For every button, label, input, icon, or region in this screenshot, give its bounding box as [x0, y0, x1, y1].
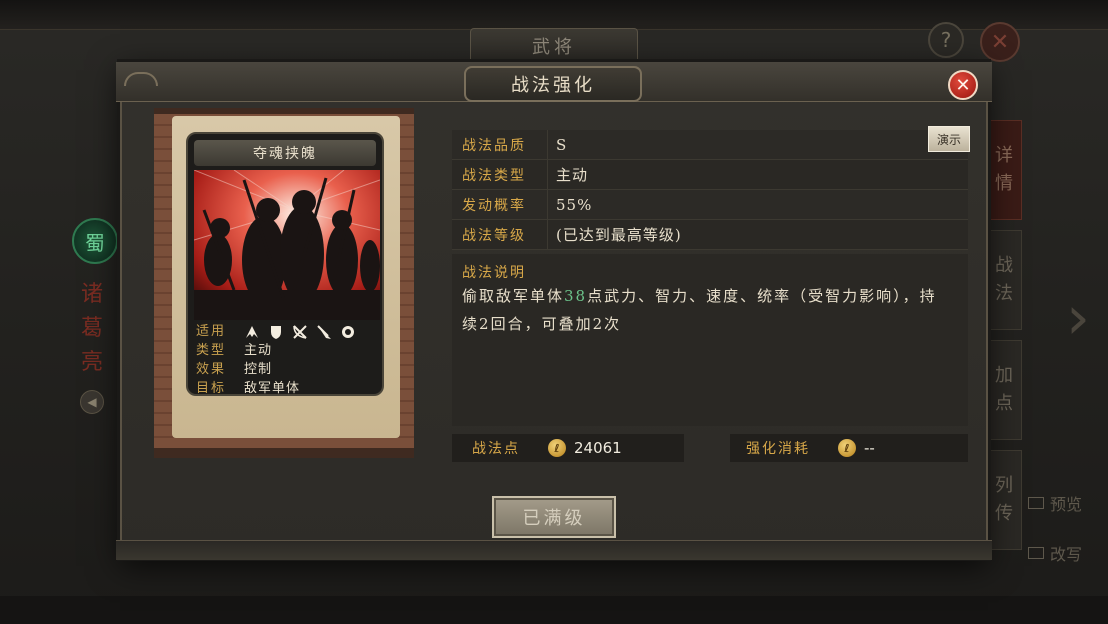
- info-row-level: 战法等级 (已达到最高等级): [452, 220, 968, 250]
- coin-icon: ℓ: [548, 439, 566, 457]
- tactic-card-art: [194, 170, 380, 320]
- general-name-char: 亮: [80, 350, 103, 375]
- background-title: 武将: [470, 28, 638, 64]
- tactic-info-table: 战法品质 S 战法类型 主动 发动概率 55% 战法等级 (已达到最高等级): [452, 130, 968, 250]
- description-segment: 次: [604, 315, 622, 333]
- info-key: 战法品质: [452, 130, 548, 159]
- warriors-silhouette-art: [194, 170, 380, 320]
- background-close-button[interactable]: ✕: [980, 22, 1020, 62]
- bow-icon: [293, 324, 307, 339]
- tab-char: 法: [995, 283, 1013, 304]
- card-stat-type: 类型 主动: [196, 341, 378, 360]
- card-stat-key: 适用: [196, 324, 227, 339]
- card-stat-target: 目标 敌军单体: [196, 379, 378, 396]
- dialog-title: 战法强化: [464, 66, 642, 102]
- general-name-char: 葛: [80, 316, 103, 341]
- upgrade-cost-value: --: [864, 439, 875, 457]
- troop-type-icons: [244, 322, 356, 341]
- tab-char: 加: [995, 365, 1013, 386]
- tactic-description-box: 战法说明 偷取敌军单体38点武力、智力、速度、统率（受智力影响），持续2回合，可…: [452, 254, 968, 426]
- tactic-upgrade-dialog: 战法强化 ✕ 夺魂挟魄 适用 类型 主动 效果 控制 目标 敌军单体 战法品质 …: [116, 62, 992, 560]
- tab-char: 点: [995, 393, 1013, 414]
- right-tabs: 详 情 战 法 加 点 列 传: [986, 120, 1022, 550]
- card-stat-value: 敌军单体: [244, 381, 301, 396]
- card-stat-key: 效果: [196, 362, 227, 377]
- tab-details[interactable]: 详 情: [986, 120, 1022, 220]
- info-key: 战法类型: [452, 160, 548, 189]
- info-value: S: [556, 135, 568, 154]
- card-stat-key: 目标: [196, 381, 227, 396]
- dialog-footer: [116, 540, 992, 560]
- info-row-probability: 发动概率 55%: [452, 190, 968, 220]
- info-key: 发动概率: [452, 190, 548, 219]
- description-segment: 偷取敌军单体: [462, 287, 565, 305]
- tactic-card: 夺魂挟魄 适用 类型 主动 效果 控制 目标 敌军单体: [186, 132, 384, 396]
- spear-icon: [317, 324, 331, 339]
- preview-icon: [1028, 497, 1044, 509]
- tab-char: 列: [995, 475, 1013, 496]
- max-level-button[interactable]: 已满级: [492, 496, 616, 538]
- description-segment: 回合，可叠加: [490, 315, 593, 333]
- description-title: 战法说明: [462, 265, 526, 281]
- card-stat-value: 主动: [244, 343, 273, 358]
- description-text: 偷取敌军单体38点武力、智力、速度、统率（受智力影响），持续2回合，可叠加2次: [462, 282, 938, 338]
- description-value: 38: [564, 287, 588, 305]
- tab-char: 战: [995, 255, 1013, 276]
- tab-char: 传: [995, 503, 1013, 524]
- shield-icon: [271, 325, 281, 339]
- tab-char: 情: [995, 173, 1013, 194]
- card-stat-key: 类型: [196, 343, 227, 358]
- points-row: 战法点 ℓ 24061 强化消耗 ℓ --: [452, 434, 968, 462]
- tab-points[interactable]: 加 点: [986, 340, 1022, 440]
- card-stat-effect: 效果 控制: [196, 360, 378, 379]
- card-stat-value: 控制: [244, 362, 273, 377]
- info-value: 55%: [556, 195, 593, 214]
- tactic-card-name: 夺魂挟魄: [194, 140, 376, 166]
- tab-biography[interactable]: 列 传: [986, 450, 1022, 550]
- description-value: 2: [479, 315, 491, 333]
- card-stat-applicable: 适用: [196, 322, 378, 341]
- upgrade-cost-label: 强化消耗: [746, 441, 810, 457]
- preview-button[interactable]: 预览: [1028, 490, 1108, 516]
- bottom-strip: [0, 596, 1108, 624]
- coin-icon: ℓ: [838, 439, 856, 457]
- info-row-type: 战法类型 主动: [452, 160, 968, 190]
- info-key: 战法等级: [452, 220, 548, 249]
- close-icon[interactable]: ✕: [948, 70, 978, 100]
- simulate-button[interactable]: 演示: [928, 126, 970, 152]
- info-value: 主动: [556, 166, 589, 184]
- tactic-points: 战法点 ℓ 24061: [452, 434, 684, 462]
- cavalry-icon: [246, 325, 258, 338]
- preview-label: 预览: [1050, 495, 1083, 514]
- tactic-card-stats: 适用 类型 主动 效果 控制 目标 敌军单体: [196, 322, 378, 396]
- general-name: 诸 葛 亮: [78, 278, 106, 380]
- general-name-char: 诸: [80, 282, 103, 307]
- description-value: 2: [592, 315, 605, 333]
- info-row-quality: 战法品质 S: [452, 130, 968, 160]
- rewrite-button[interactable]: 改写: [1028, 540, 1108, 566]
- faction-badge: 蜀: [72, 218, 118, 264]
- siege-icon: [342, 325, 354, 338]
- tab-tactics[interactable]: 战 法: [986, 230, 1022, 330]
- rewrite-icon: [1028, 547, 1044, 559]
- info-value: (已达到最高等级): [556, 226, 682, 244]
- tactic-points-value: 24061: [574, 439, 622, 457]
- help-button[interactable]: ?: [928, 22, 964, 58]
- tactic-points-label: 战法点: [472, 441, 520, 457]
- next-arrow-icon[interactable]: ›: [1058, 282, 1098, 354]
- tab-char: 详: [995, 145, 1013, 166]
- voice-icon[interactable]: ◀: [80, 390, 104, 414]
- upgrade-cost: 强化消耗 ℓ --: [730, 434, 968, 462]
- rewrite-label: 改写: [1050, 545, 1083, 564]
